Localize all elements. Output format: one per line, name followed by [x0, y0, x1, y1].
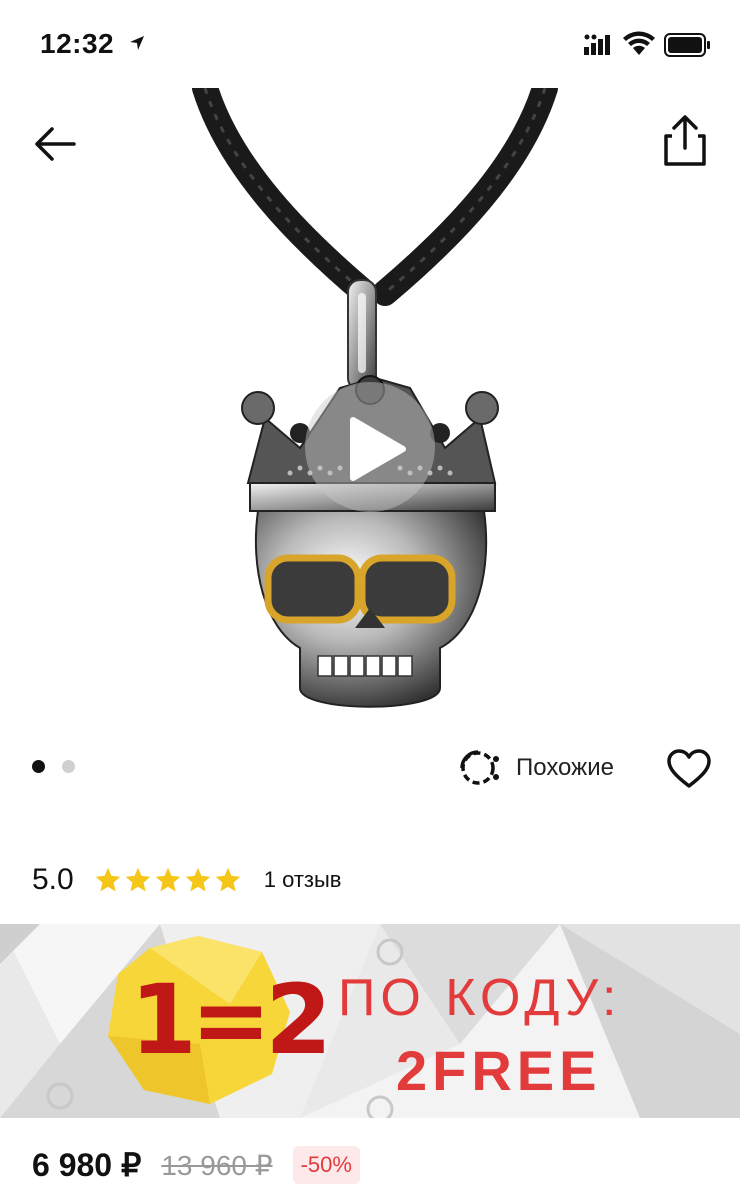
share-icon[interactable] — [660, 114, 710, 168]
price-row: 6 980 ₽ 13 960 ₽ -50% — [32, 1140, 360, 1190]
heart-icon[interactable] — [666, 748, 712, 790]
star-icon — [125, 867, 150, 892]
video-play-button[interactable] — [305, 382, 435, 512]
gallery-pagination — [32, 760, 92, 778]
promo-code-value: 2FREE — [396, 1039, 602, 1102]
similar-button[interactable]: Похожие — [458, 748, 614, 788]
discount-badge: -50% — [292, 1146, 360, 1184]
wifi-icon — [623, 31, 655, 55]
rating-stars — [94, 866, 244, 894]
similar-label: Похожие — [516, 754, 614, 781]
old-price: 13 960 ₽ — [161, 1149, 273, 1181]
reviews-count-link[interactable]: 1 отзыв — [264, 867, 342, 893]
status-time: 12:32 — [40, 28, 115, 59]
promo-code-label: ПО КОДУ: — [338, 969, 622, 1027]
back-arrow-icon[interactable] — [30, 118, 82, 170]
pagination-dot[interactable] — [62, 760, 75, 773]
product-rating: 5.0 1 отзыв — [32, 858, 341, 902]
star-icon — [95, 867, 120, 892]
play-icon — [350, 417, 406, 481]
current-price: 6 980 ₽ — [32, 1147, 142, 1183]
status-bar: 12:32 — [0, 0, 740, 90]
location-arrow-icon — [130, 36, 144, 50]
rating-score: 5.0 — [32, 863, 74, 896]
promo-badge-text: 1=2 — [130, 964, 332, 1076]
similar-icon — [460, 750, 499, 785]
star-icon — [215, 867, 240, 892]
star-icon — [155, 867, 180, 892]
cellular-signal-icon — [584, 34, 610, 55]
star-icon — [185, 867, 210, 892]
battery-icon — [664, 33, 710, 57]
pagination-dot-active[interactable] — [32, 760, 45, 773]
promo-banner[interactable]: 1=2 ПО КОДУ: 2FREE — [0, 924, 740, 1118]
